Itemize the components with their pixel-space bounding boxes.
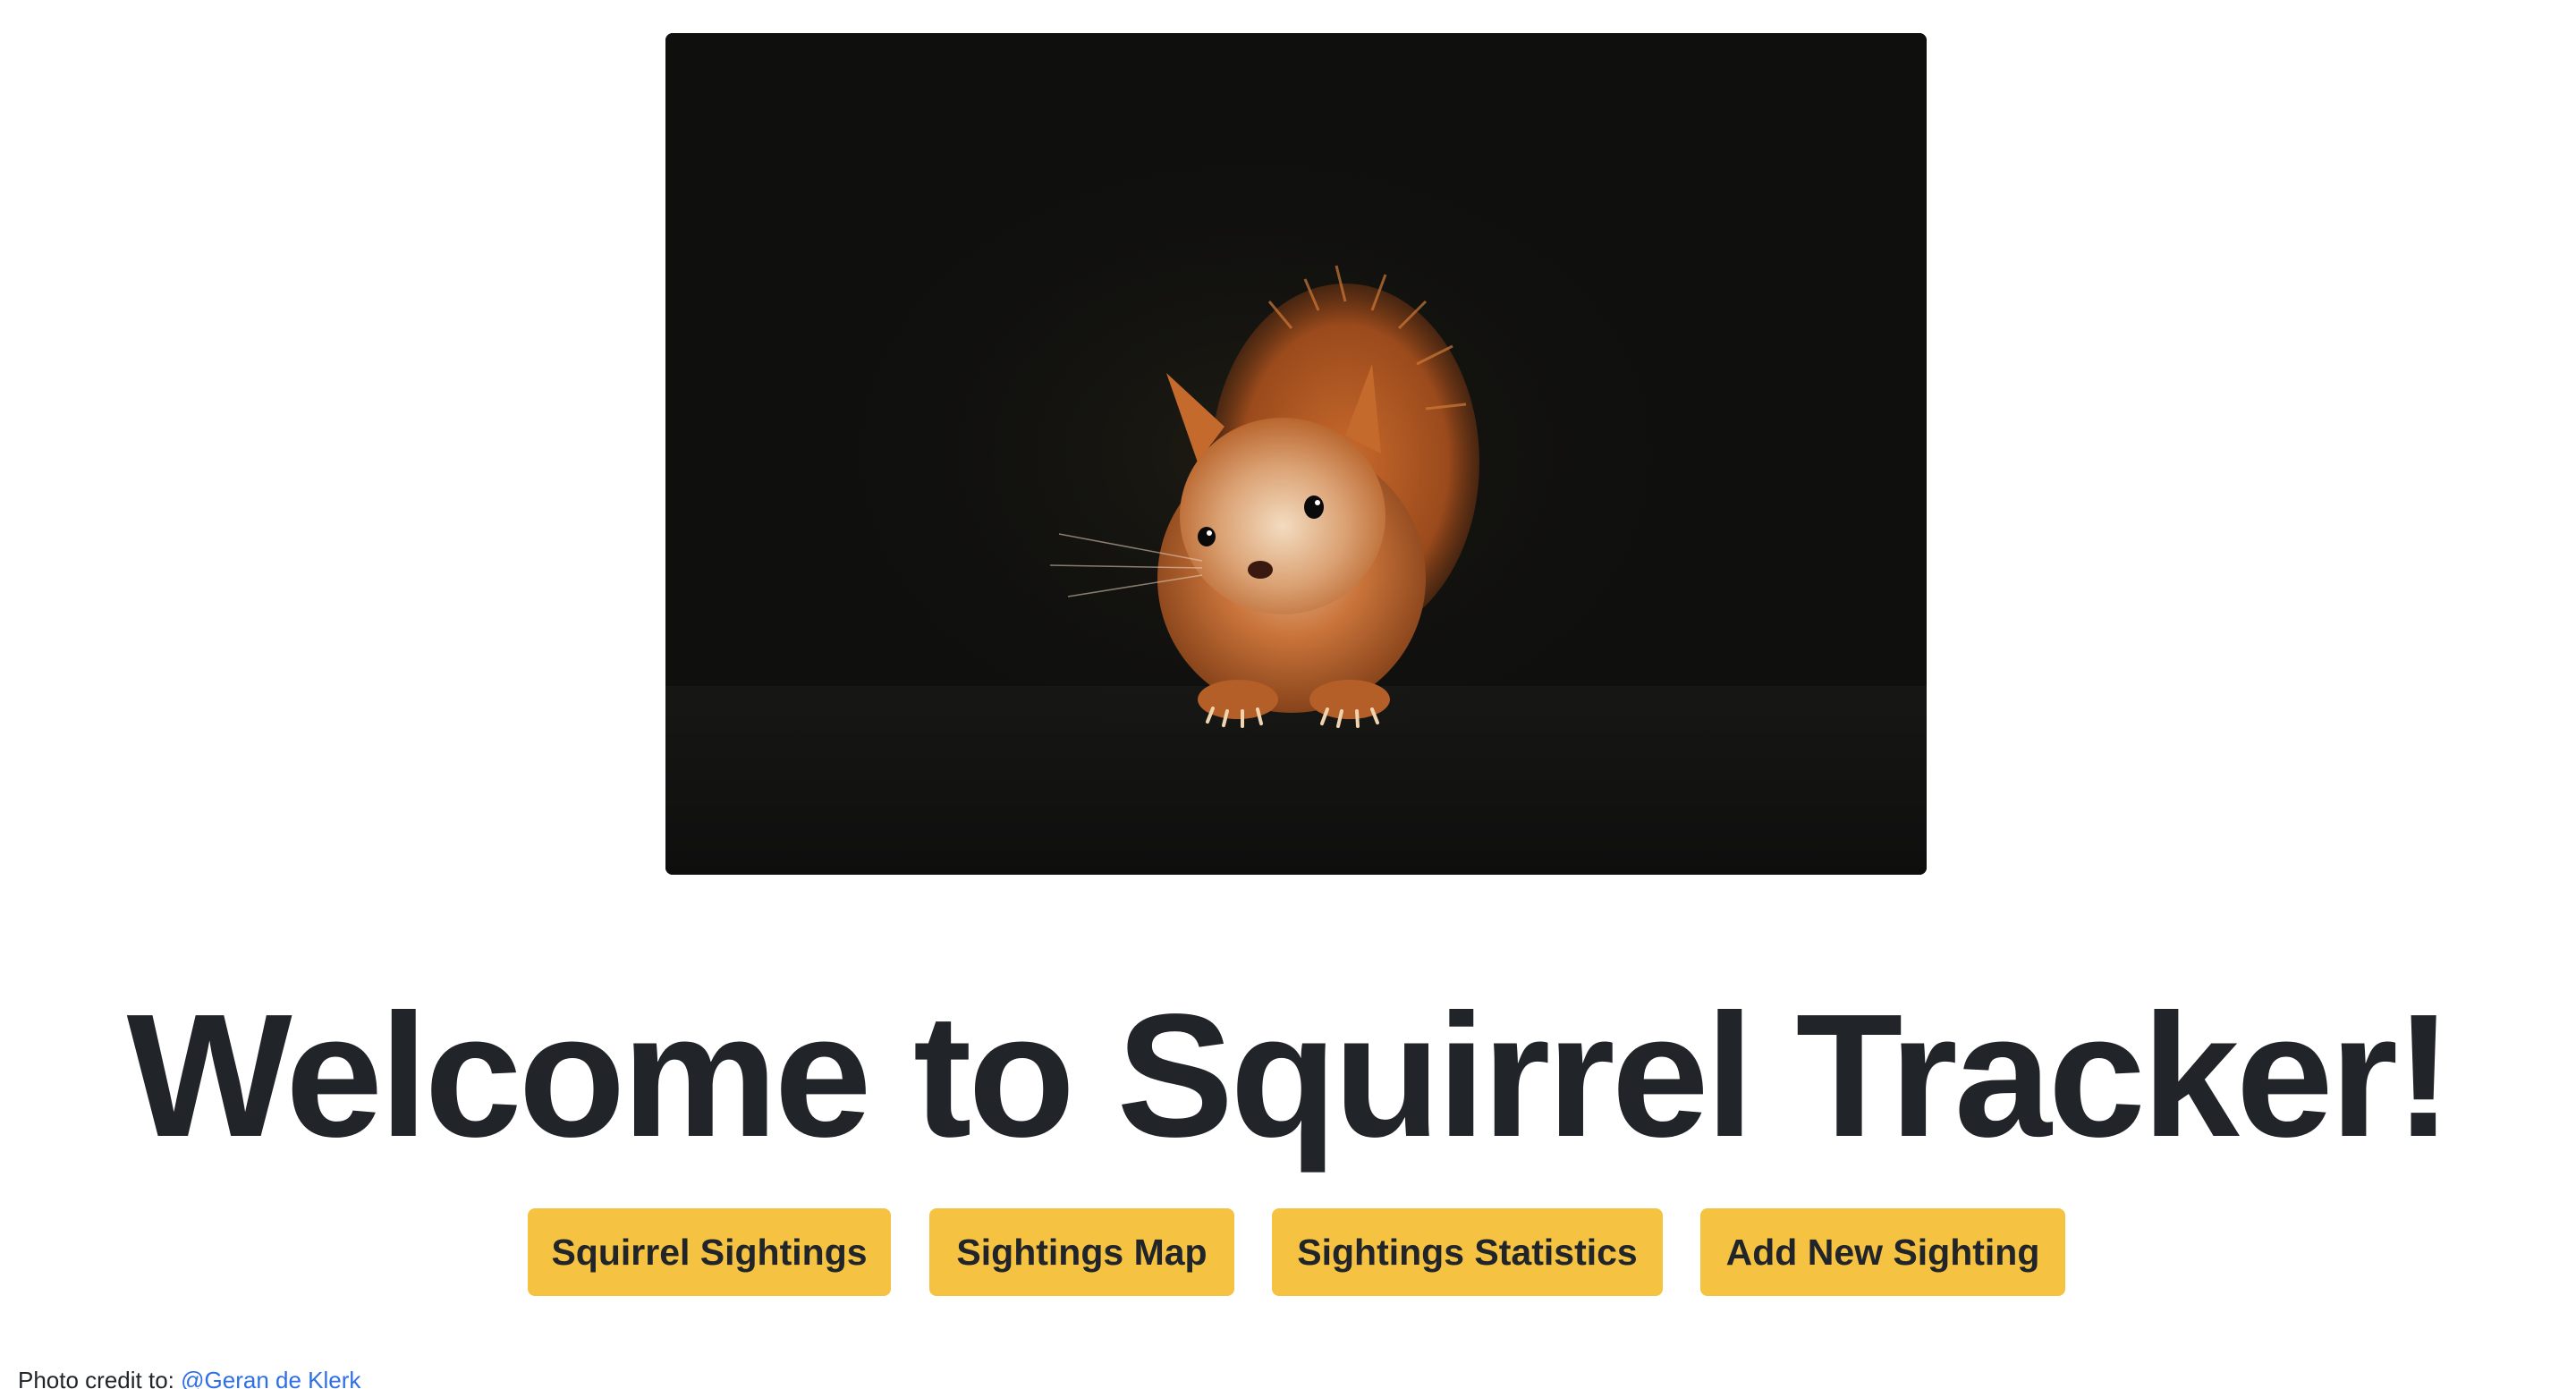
photo-credit: Photo credit to: @Geran de Klerk — [18, 1367, 360, 1389]
page: Welcome to Squirrel Tracker! Squirrel Si… — [0, 0, 2576, 1389]
photographer-link[interactable]: @Geran de Klerk — [181, 1367, 360, 1389]
nav-button-row: Squirrel Sightings Sightings Map Sightin… — [0, 1208, 2576, 1296]
page-title: Welcome to Squirrel Tracker! — [126, 978, 2453, 1173]
sightings-statistics-button[interactable]: Sightings Statistics — [1272, 1208, 1663, 1296]
squirrel-sightings-button[interactable]: Squirrel Sightings — [528, 1208, 891, 1296]
add-new-sighting-button[interactable]: Add New Sighting — [1700, 1208, 2065, 1296]
hero-squirrel-photo — [665, 33, 1927, 875]
sightings-map-button[interactable]: Sightings Map — [929, 1208, 1234, 1296]
photo-credit-prefix: Photo credit to: — [18, 1367, 174, 1389]
squirrel-illustration — [665, 33, 1927, 875]
